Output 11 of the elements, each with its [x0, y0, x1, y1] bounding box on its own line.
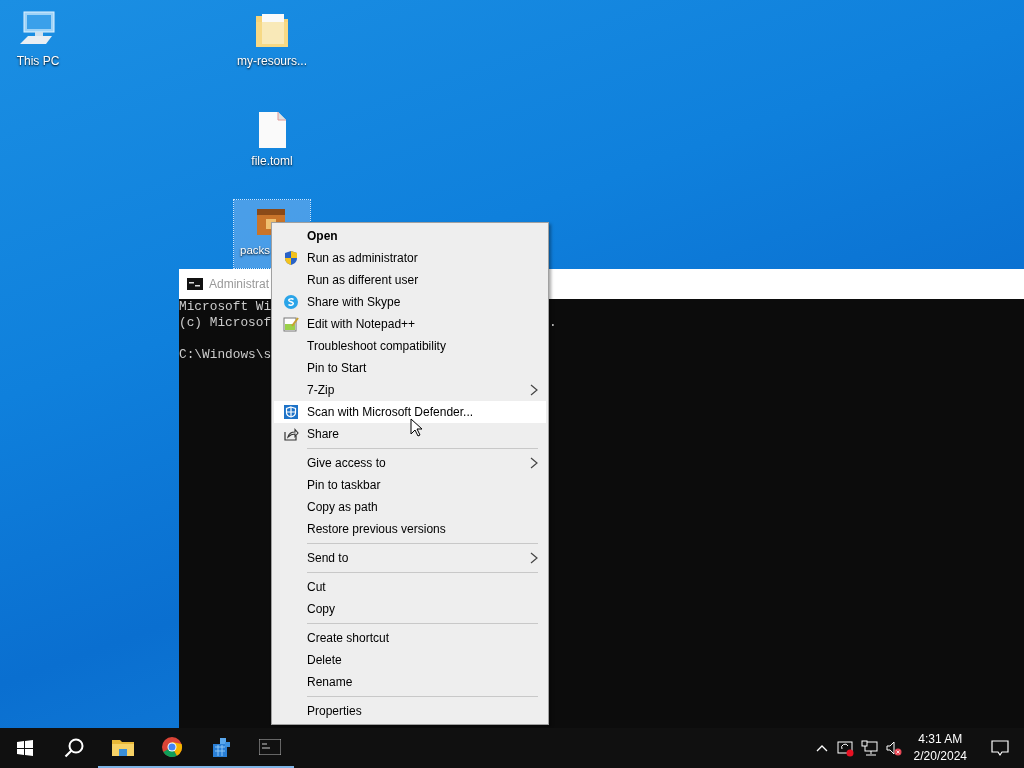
icon-label: my-resours...	[237, 54, 307, 68]
icon-label: packs	[240, 244, 271, 256]
console-text: .	[549, 315, 557, 331]
clock-date: 2/20/2024	[913, 748, 967, 765]
console-text: C:\Windows\s	[179, 347, 272, 362]
icon-label: file.toml	[251, 154, 293, 168]
window-title: Administrat	[209, 276, 270, 293]
icon-label: This PC	[16, 54, 60, 68]
console-text: (c) Microsof	[179, 315, 272, 330]
clock-time: 4:31 AM	[918, 731, 963, 748]
console-text: Microsoft Wi	[179, 299, 272, 314]
